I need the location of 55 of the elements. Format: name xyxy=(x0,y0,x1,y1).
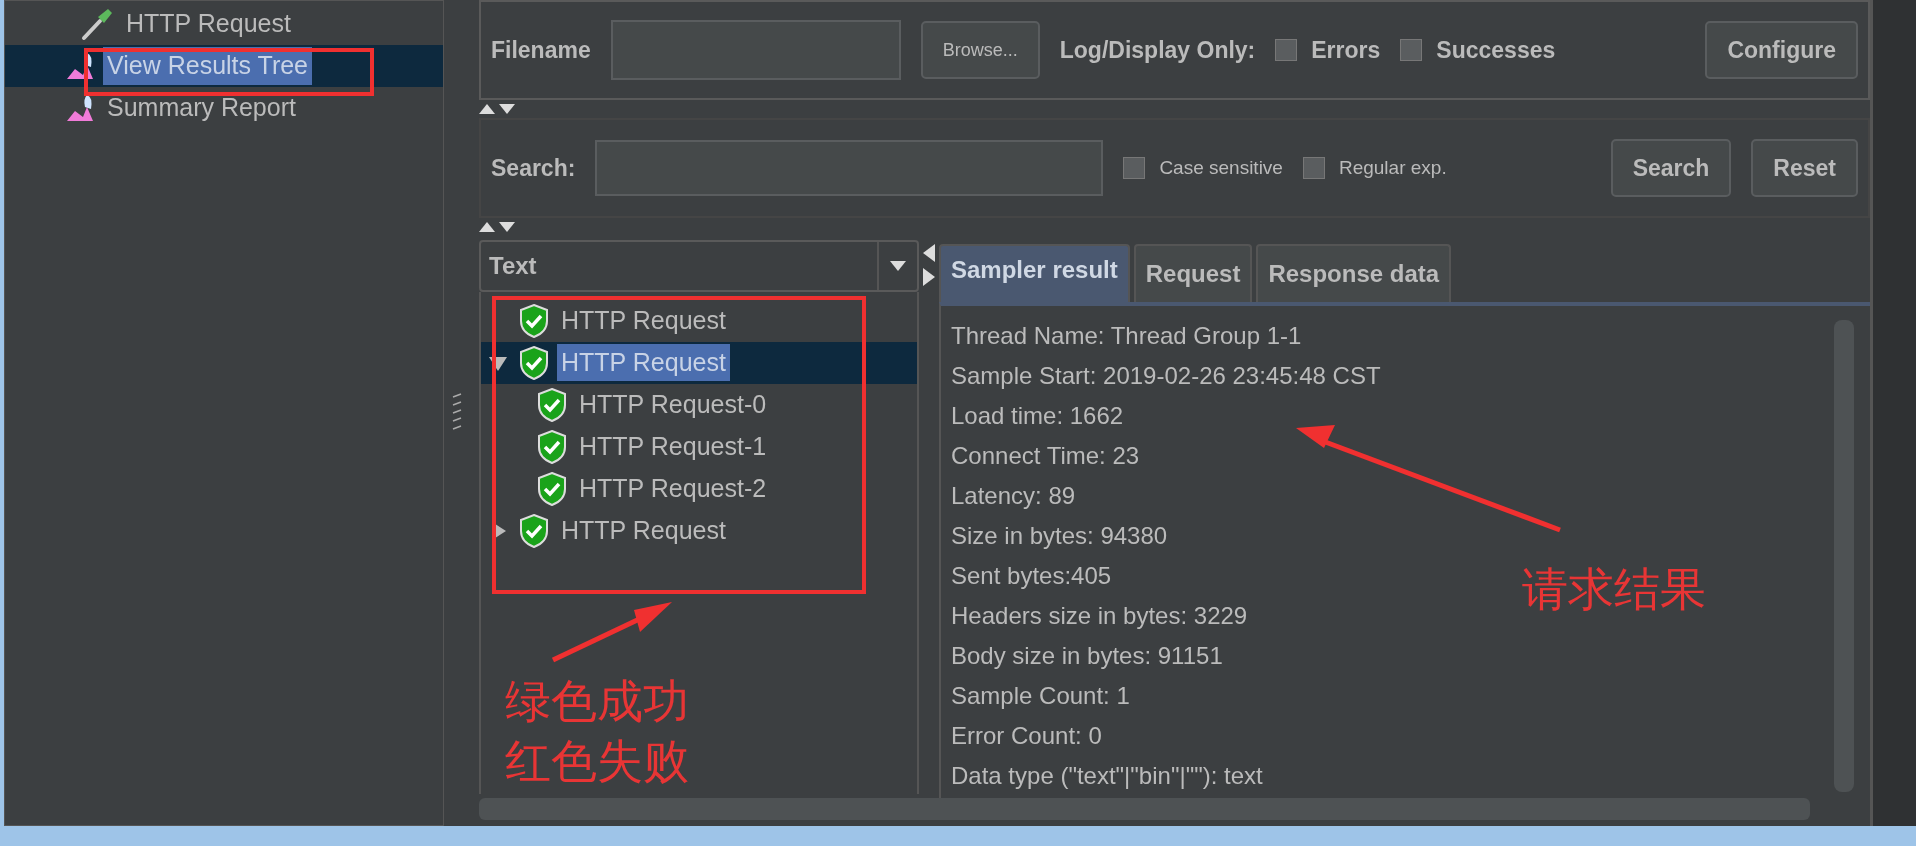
result-line: Thread Name: Thread Group 1-1 xyxy=(951,320,1302,351)
reset-button[interactable]: Reset xyxy=(1751,138,1858,197)
result-line: Body size in bytes: 91151 xyxy=(951,640,1223,671)
chart-icon xyxy=(65,51,95,81)
search-button[interactable]: Search xyxy=(1610,138,1732,197)
checkbox[interactable] xyxy=(1400,39,1423,62)
result-tree-item[interactable]: HTTP Request xyxy=(557,343,730,382)
collapse-right-icon[interactable] xyxy=(923,267,935,286)
field-label: Log/Display Only: xyxy=(1059,35,1256,65)
result-line: Latency: 89 xyxy=(951,480,1076,511)
result-tree-item[interactable]: HTTP Request-1 xyxy=(575,427,771,466)
field-label: Filename xyxy=(491,35,591,65)
pipette-icon xyxy=(80,7,114,41)
result-line: Load time: 1662 xyxy=(951,400,1124,431)
checkbox[interactable] xyxy=(1302,156,1325,179)
filename-field[interactable] xyxy=(610,20,901,81)
collapse-up-icon[interactable] xyxy=(479,221,495,232)
checkbox[interactable] xyxy=(1123,156,1146,179)
result-line: Sample Start: 2019-02-26 23:45:48 CST xyxy=(951,360,1381,391)
chart-icon xyxy=(65,93,95,123)
collapse-left-icon[interactable] xyxy=(923,243,935,262)
result-tree-item[interactable]: HTTP Request xyxy=(557,301,730,340)
tree-item[interactable]: HTTP Request xyxy=(122,5,295,43)
checkbox-label: Successes xyxy=(1436,35,1556,65)
collapse-down-icon[interactable] xyxy=(499,103,515,114)
horizontal-scrollbar[interactable] xyxy=(479,798,1810,820)
result-line: Size in bytes: 94380 xyxy=(951,520,1168,551)
tab[interactable]: Response data xyxy=(1256,243,1452,302)
search-label: Search: xyxy=(491,153,576,183)
result-line: Headers size in bytes: 3229 xyxy=(951,600,1248,631)
tree-item[interactable]: Summary Report xyxy=(103,89,300,127)
dropdown-caret-icon xyxy=(890,260,906,271)
result-tree-item[interactable]: HTTP Request xyxy=(557,511,730,550)
result-tree-item[interactable]: HTTP Request-0 xyxy=(575,385,771,424)
checkbox-label: Errors xyxy=(1311,35,1381,65)
search-field[interactable] xyxy=(595,139,1104,196)
renderer-dropdown[interactable]: Text xyxy=(479,239,919,292)
browse-button[interactable]: Browse... xyxy=(920,21,1040,80)
collapse-down-icon[interactable] xyxy=(499,221,515,232)
result-line: Sent bytes:405 xyxy=(951,560,1112,591)
collapse-up-icon[interactable] xyxy=(479,103,495,114)
result-line: Connect Time: 23 xyxy=(951,440,1140,471)
annotation-text: 请求结果 xyxy=(1522,561,1706,618)
result-tree-item[interactable]: HTTP Request-2 xyxy=(575,469,771,508)
result-line: Data type ("text"|"bin"|""): text xyxy=(951,760,1263,791)
checkbox-label: Case sensitive xyxy=(1159,155,1283,180)
tab[interactable]: Request xyxy=(1133,243,1253,302)
checkbox-label: Regular exp. xyxy=(1338,155,1447,180)
annotation-text: 绿色成功 红色失败 xyxy=(505,673,689,790)
tab[interactable]: Sampler result xyxy=(939,243,1130,302)
splitter-grip-icon[interactable] xyxy=(451,393,462,433)
result-line: Sample Count: 1 xyxy=(951,680,1130,711)
checkbox[interactable] xyxy=(1275,39,1298,62)
configure-button[interactable]: Configure xyxy=(1705,21,1858,80)
result-line: Error Count: 0 xyxy=(951,720,1102,751)
